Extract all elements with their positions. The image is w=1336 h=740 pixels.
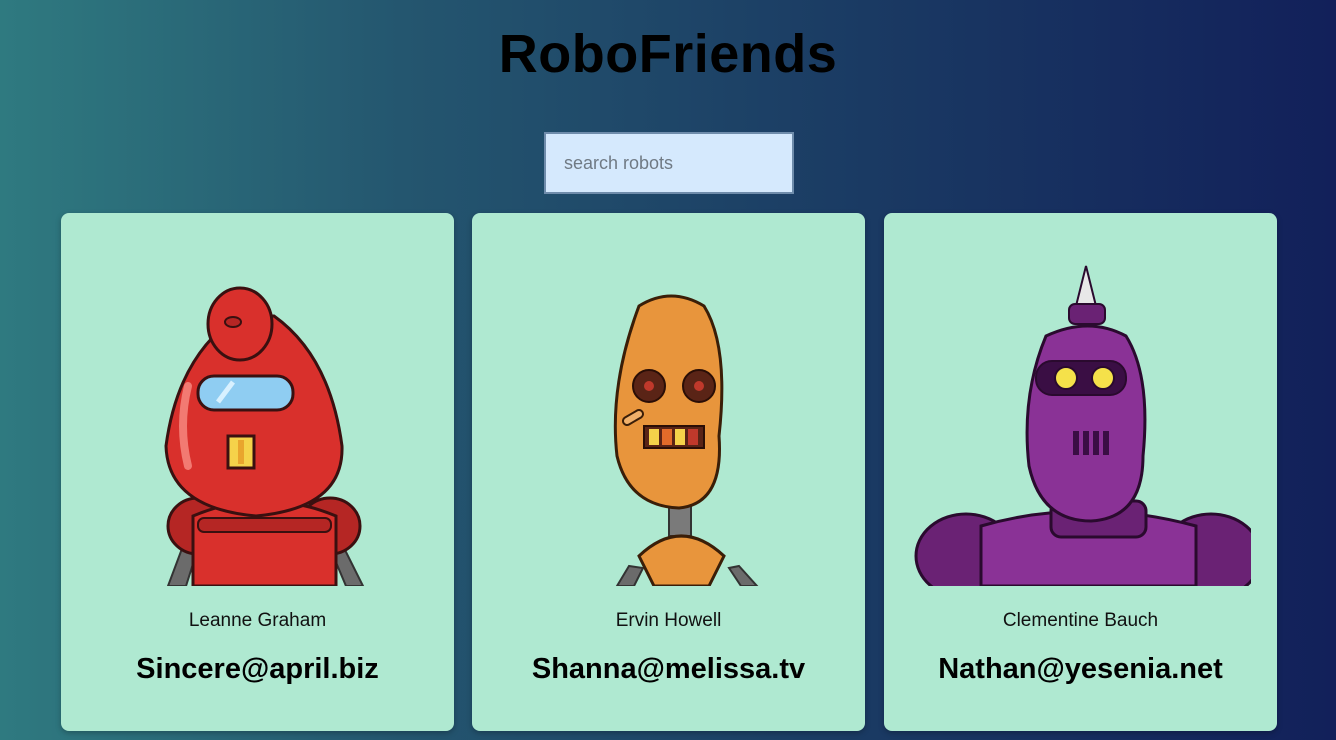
robot-name: Clementine Bauch [1002,610,1159,631]
robot-email: Nathan@yesenia.net [938,653,1223,685]
robot-card[interactable]: Leanne Graham Sincere@april.biz [61,213,454,731]
robot-avatar [914,265,1251,586]
search-input[interactable] [544,132,794,194]
robot-name: Ervin Howell [615,610,722,631]
robot-name: Leanne Graham [188,610,327,631]
robot-avatar [613,294,759,586]
robot-card[interactable]: Ervin Howell Shanna@melissa.tv [472,213,865,731]
robot-card[interactable]: Clementine Bauch Nathan@yesenia.net [884,213,1277,731]
page-title: RoboFriends [498,24,838,84]
robot-email: Shanna@melissa.tv [531,653,806,685]
robot-email: Sincere@april.biz [136,653,379,685]
robot-avatar [164,286,365,586]
